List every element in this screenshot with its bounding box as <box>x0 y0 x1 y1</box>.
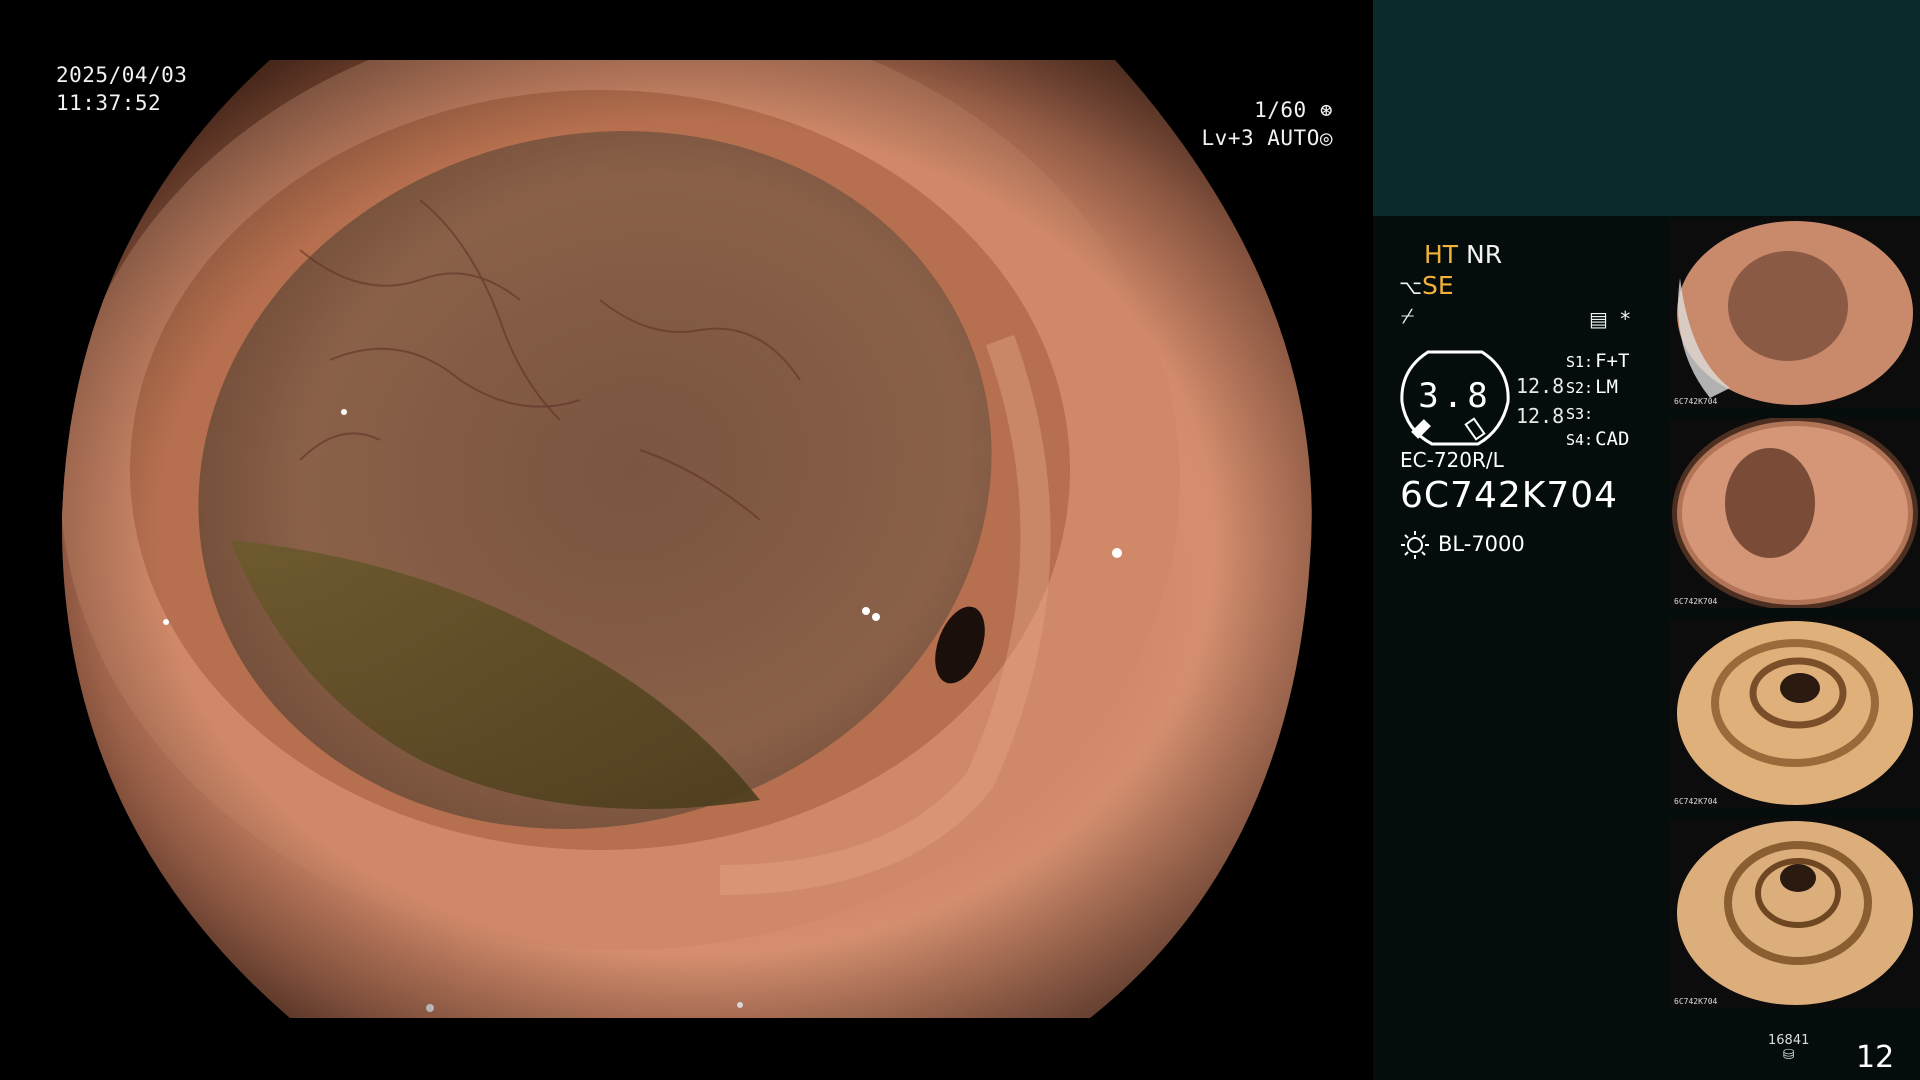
image-counter: 16841 ⛁ <box>1768 1033 1809 1062</box>
scope-switch-assignments: S1: F+T S2: LM S3: S4: CAD <box>1566 349 1629 453</box>
brightness-level: Lv+3 <box>1201 126 1255 150</box>
endoscope-live-view: 2025/04/03 11:37:52 1/60 ⊛ Lv+3 AUTO◎ <box>0 0 1373 1080</box>
asterisk-indicator: * <box>1620 307 1631 331</box>
switch-row: S1: F+T <box>1566 350 1630 372</box>
panel-header-area <box>1373 0 1920 216</box>
shutter-speed: 1/60 <box>1254 98 1307 122</box>
magnification-value: 3.8 <box>1418 376 1492 416</box>
image-total: 16841 <box>1768 1033 1810 1048</box>
freeze-icon: ⌿ <box>1401 304 1415 329</box>
nr-indicator: NR <box>1466 240 1503 269</box>
preset-list-icon: ▤ <box>1589 307 1608 331</box>
switch-row: S3: <box>1566 405 1594 423</box>
structure-enhance-icon: ⌥ <box>1399 275 1423 299</box>
iris-icon: ◎ <box>1319 126 1333 150</box>
shutter-icon: ⊛ <box>1306 98 1333 122</box>
thumbnail-tag: 6C742K704 <box>1674 997 1718 1006</box>
endoscopy-monitor: 2025/04/03 11:37:52 1/60 ⊛ Lv+3 AUTO◎ HT… <box>0 0 1920 1080</box>
scope-serial: 6C742K704 <box>1400 475 1619 516</box>
thumbnail-tag: 6C742K704 <box>1674 397 1718 406</box>
time-text: 11:37:52 <box>56 91 162 115</box>
captured-thumbnail-2[interactable]: 6C742K704 <box>1670 418 1920 608</box>
switch-row: S4: CAD <box>1566 428 1630 450</box>
se-indicator: SE <box>1422 271 1454 300</box>
readout-1: 12.8 <box>1516 374 1565 398</box>
switch-row: S2: LM <box>1566 376 1618 398</box>
exposure-readout: 1/60 ⊛ Lv+3 AUTO◎ <box>1202 96 1333 152</box>
light-source-model: BL-7000 <box>1438 532 1525 556</box>
readout-2: 12.8 <box>1516 404 1565 428</box>
iris-mode: AUTO <box>1267 126 1320 150</box>
colon-lumen-image <box>61 60 1312 1018</box>
captured-thumbnail-3[interactable]: 6C742K704 <box>1670 618 1920 808</box>
thumbnail-tag: 6C742K704 <box>1674 797 1718 806</box>
light-source-icon <box>1401 531 1429 559</box>
capture-count: 12 <box>1856 1040 1895 1075</box>
date-text: 2025/04/03 <box>56 63 188 87</box>
gauge-readouts: 12.8 12.8 <box>1516 371 1564 431</box>
ht-indicator: HT <box>1424 240 1459 269</box>
thumbnail-tag: 6C742K704 <box>1674 597 1718 606</box>
date-time-readout: 2025/04/03 11:37:52 <box>56 61 187 117</box>
captured-thumbnail-4[interactable]: 6C742K704 <box>1670 818 1920 1008</box>
captured-thumbnail-1[interactable]: 6C742K704 <box>1670 218 1920 408</box>
scope-model: EC-720R/L <box>1400 448 1504 472</box>
storage-icon: ⛁ <box>1782 1047 1795 1063</box>
